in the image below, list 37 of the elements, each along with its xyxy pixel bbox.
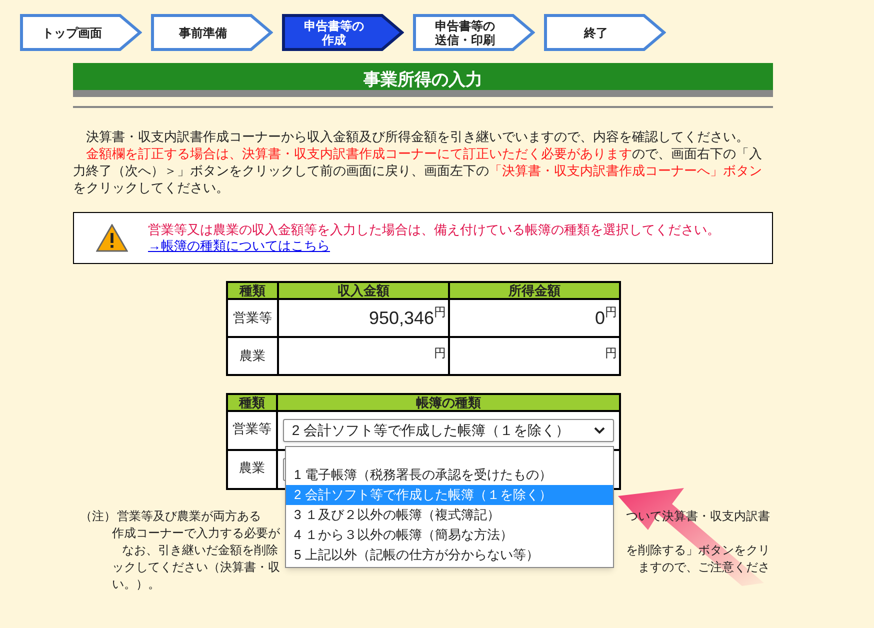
chevron-down-icon xyxy=(594,427,605,434)
intro-paragraph: 金額欄を訂正する場合は、決算書・収支内訳書作成コーナーにて訂正いただく必要がありますので、画面右下の「入力終了（次へ）＞」ボタンをクリックして前の画面に戻り、画面左下の「決算書・収支内訳書作成コーナーへ」ボタン をクリックしてください。 xyxy=(73,145,763,196)
yen-unit: 円 xyxy=(434,346,446,360)
column-header: 種類 xyxy=(227,282,278,299)
column-header: 所得金額 xyxy=(449,282,620,299)
step-tab[interactable]: 事前準備 xyxy=(151,14,273,51)
note-text: なお、引き継いだ金額を削除 xyxy=(122,542,278,559)
step-tab[interactable]: トップ画面 xyxy=(20,14,142,51)
page-title: 事業所得の入力 xyxy=(73,63,773,97)
row-label: 農業 xyxy=(227,450,277,489)
note-text: を削除する」ボタンをクリ xyxy=(626,542,770,559)
step-tab[interactable]: 申告書等の 送信・印刷 xyxy=(413,14,535,51)
note-label: （注） xyxy=(80,508,112,525)
note-text: 作成コーナーで入力する必要が xyxy=(112,525,280,542)
warning-icon xyxy=(96,224,128,252)
select-field[interactable]: 2 会計ソフト等で作成した帳簿（１を除く） xyxy=(282,419,614,442)
row-label: 農業 xyxy=(227,337,278,375)
step-tab[interactable]: 終了 xyxy=(544,14,666,51)
intro-paragraph: 決算書・収支内訳書作成コーナーから収入金額及び所得金額を引き継いでいますので、内容を確認してください。 xyxy=(85,128,750,145)
column-header: 種類 xyxy=(227,394,277,411)
note-text: 営業等及び農業が両方ある xyxy=(117,508,261,525)
dropdown-option[interactable]: 5 上記以外（記帳の仕方が分からない等） xyxy=(286,545,613,565)
step-tab[interactable]: 申告書等の 作成 xyxy=(282,14,404,51)
yen-unit: 円 xyxy=(605,304,617,318)
yen-unit: 円 xyxy=(434,304,446,318)
dropdown-option[interactable]: 3 １及び２以外の帳簿（複式簿記） xyxy=(286,505,613,525)
note-text: い。）。 xyxy=(112,576,160,593)
column-header: 収入金額 xyxy=(278,282,450,299)
amount-value: 950,346 xyxy=(368,308,434,328)
note-text: ますので、ご注意くださ xyxy=(638,559,770,576)
column-header: 帳簿の種類 xyxy=(276,394,620,411)
warning-message: 営業等又は農業の収入金額等を入力した場合は、備え付けている帳簿の種類を選択してください。 xyxy=(148,222,720,238)
amount-value: 0 xyxy=(594,308,605,328)
book-type-link[interactable]: →帳簿の種類についてはこちら xyxy=(148,238,330,253)
dropdown-option[interactable]: 4 １から３以外の帳簿（簡易な方法） xyxy=(286,525,613,545)
note-text: ックしてください（決算書・収 xyxy=(112,559,280,576)
yen-unit: 円 xyxy=(605,346,617,360)
